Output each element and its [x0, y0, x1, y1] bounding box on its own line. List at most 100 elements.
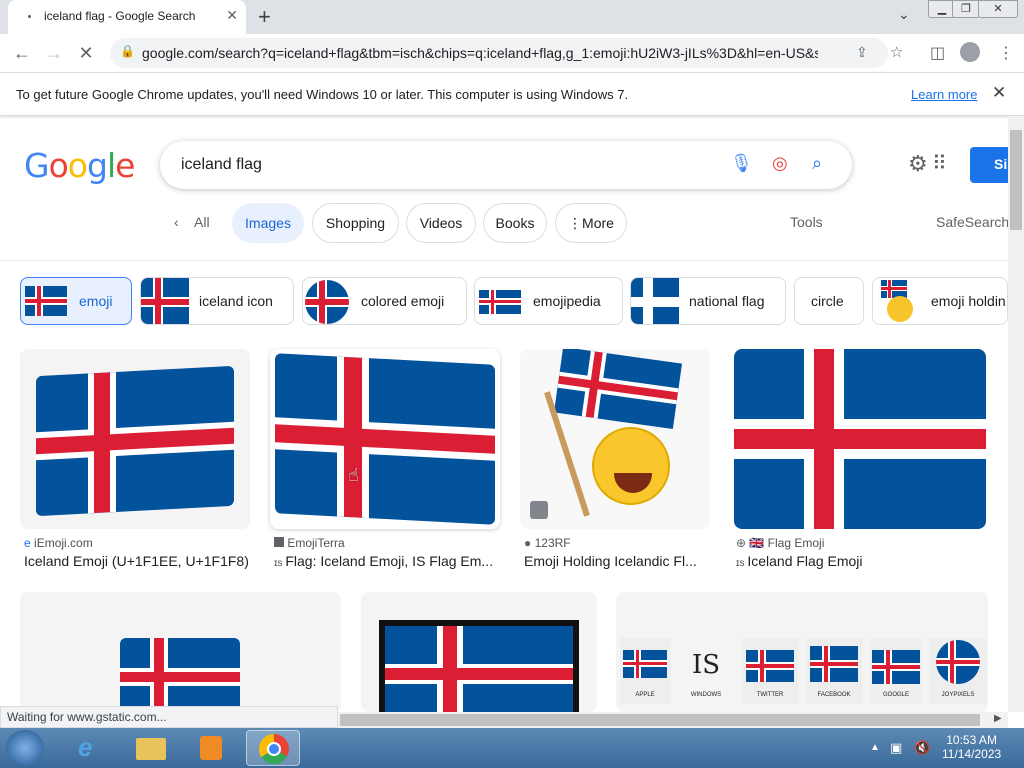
learn-more-link[interactable]: Learn more [911, 87, 977, 102]
infobar-close-icon[interactable]: ✕ [992, 83, 1006, 103]
platform-tile: APPLE [620, 638, 670, 704]
result-image[interactable]: ☝ [270, 349, 500, 529]
tab-more-label: More [582, 215, 614, 231]
result-source-text: 123RF [534, 536, 571, 550]
scroll-right-icon[interactable]: ▶ [994, 713, 1002, 724]
iceland-flag-emoji-image [120, 638, 240, 712]
bookmark-star-icon[interactable]: ☆ [890, 43, 903, 61]
status-bubble: Waiting for www.gstatic.com... [0, 706, 338, 728]
tab-videos[interactable]: Videos [406, 203, 476, 243]
forward-icon[interactable]: → [40, 39, 68, 67]
apps-grid-icon[interactable]: ⠿ [932, 151, 947, 176]
stop-icon[interactable]: ✕ [72, 39, 100, 67]
new-tab-icon[interactable]: + [258, 4, 271, 30]
tray-expand-icon[interactable]: ▲ [870, 742, 880, 753]
search-box[interactable]: iceland flag 🎙 ◎ ⌕ [160, 141, 852, 189]
taskbar-clock[interactable]: 10:53 AM 11/14/2023 [942, 733, 1001, 761]
vertical-scroll-thumb[interactable] [1010, 130, 1022, 230]
tab-close-icon[interactable]: ✕ [226, 7, 238, 24]
chip-emoji-holding[interactable]: emoji holdin [872, 277, 1008, 325]
browser-tab[interactable]: iceland flag - Google Search ✕ [8, 0, 246, 34]
share-icon[interactable]: ⇪ [856, 44, 868, 61]
search-input[interactable]: iceland flag [181, 156, 262, 174]
lock-icon[interactable]: 🔒 [120, 44, 135, 58]
tab-more[interactable]: ⋮ More [555, 203, 627, 243]
settings-gear-icon[interactable]: ⚙ [908, 151, 928, 177]
chrome-taskbar-icon[interactable] [246, 730, 300, 766]
chip-label: emoji [79, 293, 113, 309]
is-flag-prefix-icon: ɪs [736, 558, 748, 569]
image-badge-icon [530, 501, 548, 519]
chip-iceland-icon[interactable]: iceland icon [140, 277, 294, 325]
media-player-icon[interactable] [184, 730, 238, 766]
chip-label: emojipedia [533, 293, 601, 309]
tools-button[interactable]: Tools [790, 214, 823, 230]
result-image[interactable] [20, 349, 250, 529]
result-image[interactable] [520, 349, 710, 529]
iceland-flag-emoji-image [275, 353, 495, 525]
platform-tile: TWITTER [742, 638, 798, 704]
window-close-icon[interactable]: ✕ [978, 0, 1018, 18]
restore-icon[interactable]: ❐ [952, 0, 980, 18]
tab-search-icon[interactable]: ⌄ [898, 6, 910, 23]
divider [0, 260, 1010, 261]
result-image[interactable] [734, 349, 986, 529]
lens-icon[interactable]: ◎ [772, 153, 788, 174]
network-icon[interactable]: ▣ [890, 740, 902, 756]
start-button[interactable] [6, 730, 44, 766]
platform-label: JOYPIXELS [941, 692, 975, 698]
microphone-icon[interactable]: 🎙 [730, 153, 753, 174]
infobar-message: To get future Google Chrome updates, you… [16, 87, 629, 102]
result-title[interactable]: Iceland Emoji (U+1F1EE, U+1F1F8) [24, 553, 250, 569]
profile-avatar[interactable] [960, 42, 980, 62]
chip-label: colored emoji [361, 293, 445, 309]
result-source[interactable]: e iEmoji.com [24, 536, 93, 550]
result-title[interactable]: Emoji Holding Icelandic Fl... [524, 553, 710, 569]
chip-emojipedia[interactable]: emojipedia [474, 277, 623, 325]
horizontal-scroll-thumb[interactable] [340, 714, 980, 726]
chip-flag-image [631, 278, 679, 324]
chip-flag-image [305, 280, 349, 324]
tab-shopping[interactable]: Shopping [312, 203, 399, 243]
platform-tile: FACEBOOK [806, 638, 862, 704]
tab-all[interactable]: All [194, 214, 210, 230]
internet-explorer-icon[interactable]: e [64, 730, 118, 766]
chip-flag-image [141, 278, 189, 324]
chip-label: national flag [689, 293, 765, 309]
result-source[interactable]: EmojiTerra [274, 536, 345, 550]
chevron-left-icon[interactable]: ‹ [174, 214, 179, 230]
chip-national-flag[interactable]: national flag [630, 277, 786, 325]
chip-flag-image [881, 280, 907, 298]
result-image[interactable] [20, 592, 341, 712]
result-source[interactable]: ⊕ 🇬🇧 Flag Emoji [736, 536, 824, 550]
chip-colored-emoji[interactable]: colored emoji [302, 277, 467, 325]
platform-tile: IS WINDOWS [680, 638, 732, 704]
volume-muted-icon[interactable]: 🔇 [914, 740, 930, 756]
platform-label: FACEBOOK [817, 692, 851, 698]
side-panel-icon[interactable]: ◫ [930, 43, 945, 63]
result-title[interactable]: ɪs Flag: Iceland Emoji, IS Flag Em... [274, 553, 500, 569]
result-image[interactable]: APPLE IS WINDOWS TWITTER FACEBOOK GOOGLE… [616, 592, 988, 712]
smiley-emoji-icon [887, 296, 913, 322]
result-title[interactable]: ɪs Iceland Flag Emoji [736, 553, 986, 569]
result-source[interactable]: ● 123RF [524, 536, 571, 550]
globe-icon: ⊕ [736, 536, 747, 550]
search-icon[interactable]: ⌕ [812, 153, 822, 174]
tab-books[interactable]: Books [483, 203, 547, 243]
google-logo[interactable]: Google [24, 146, 135, 185]
is-text: IS [691, 650, 721, 680]
tab-images[interactable]: Images [232, 203, 304, 243]
site-favicon-icon: e [24, 536, 31, 550]
address-bar[interactable]: 🔒 google.com/search?q=iceland+flag&tbm=i… [110, 38, 903, 68]
url-text[interactable]: google.com/search?q=iceland+flag&tbm=isc… [142, 45, 818, 61]
site-favicon-icon: ● [524, 536, 532, 550]
is-flag-prefix-icon: ɪs [274, 558, 286, 569]
menu-icon[interactable]: ⋮ [998, 43, 1014, 63]
chip-circle[interactable]: circle [794, 277, 864, 325]
safesearch-button[interactable]: SafeSearch [936, 214, 1009, 230]
chip-flag-image [479, 290, 521, 314]
result-image[interactable] [361, 592, 597, 712]
back-icon[interactable]: ← [8, 39, 36, 67]
file-explorer-icon[interactable] [124, 730, 178, 766]
chip-emoji[interactable]: emoji [20, 277, 132, 325]
